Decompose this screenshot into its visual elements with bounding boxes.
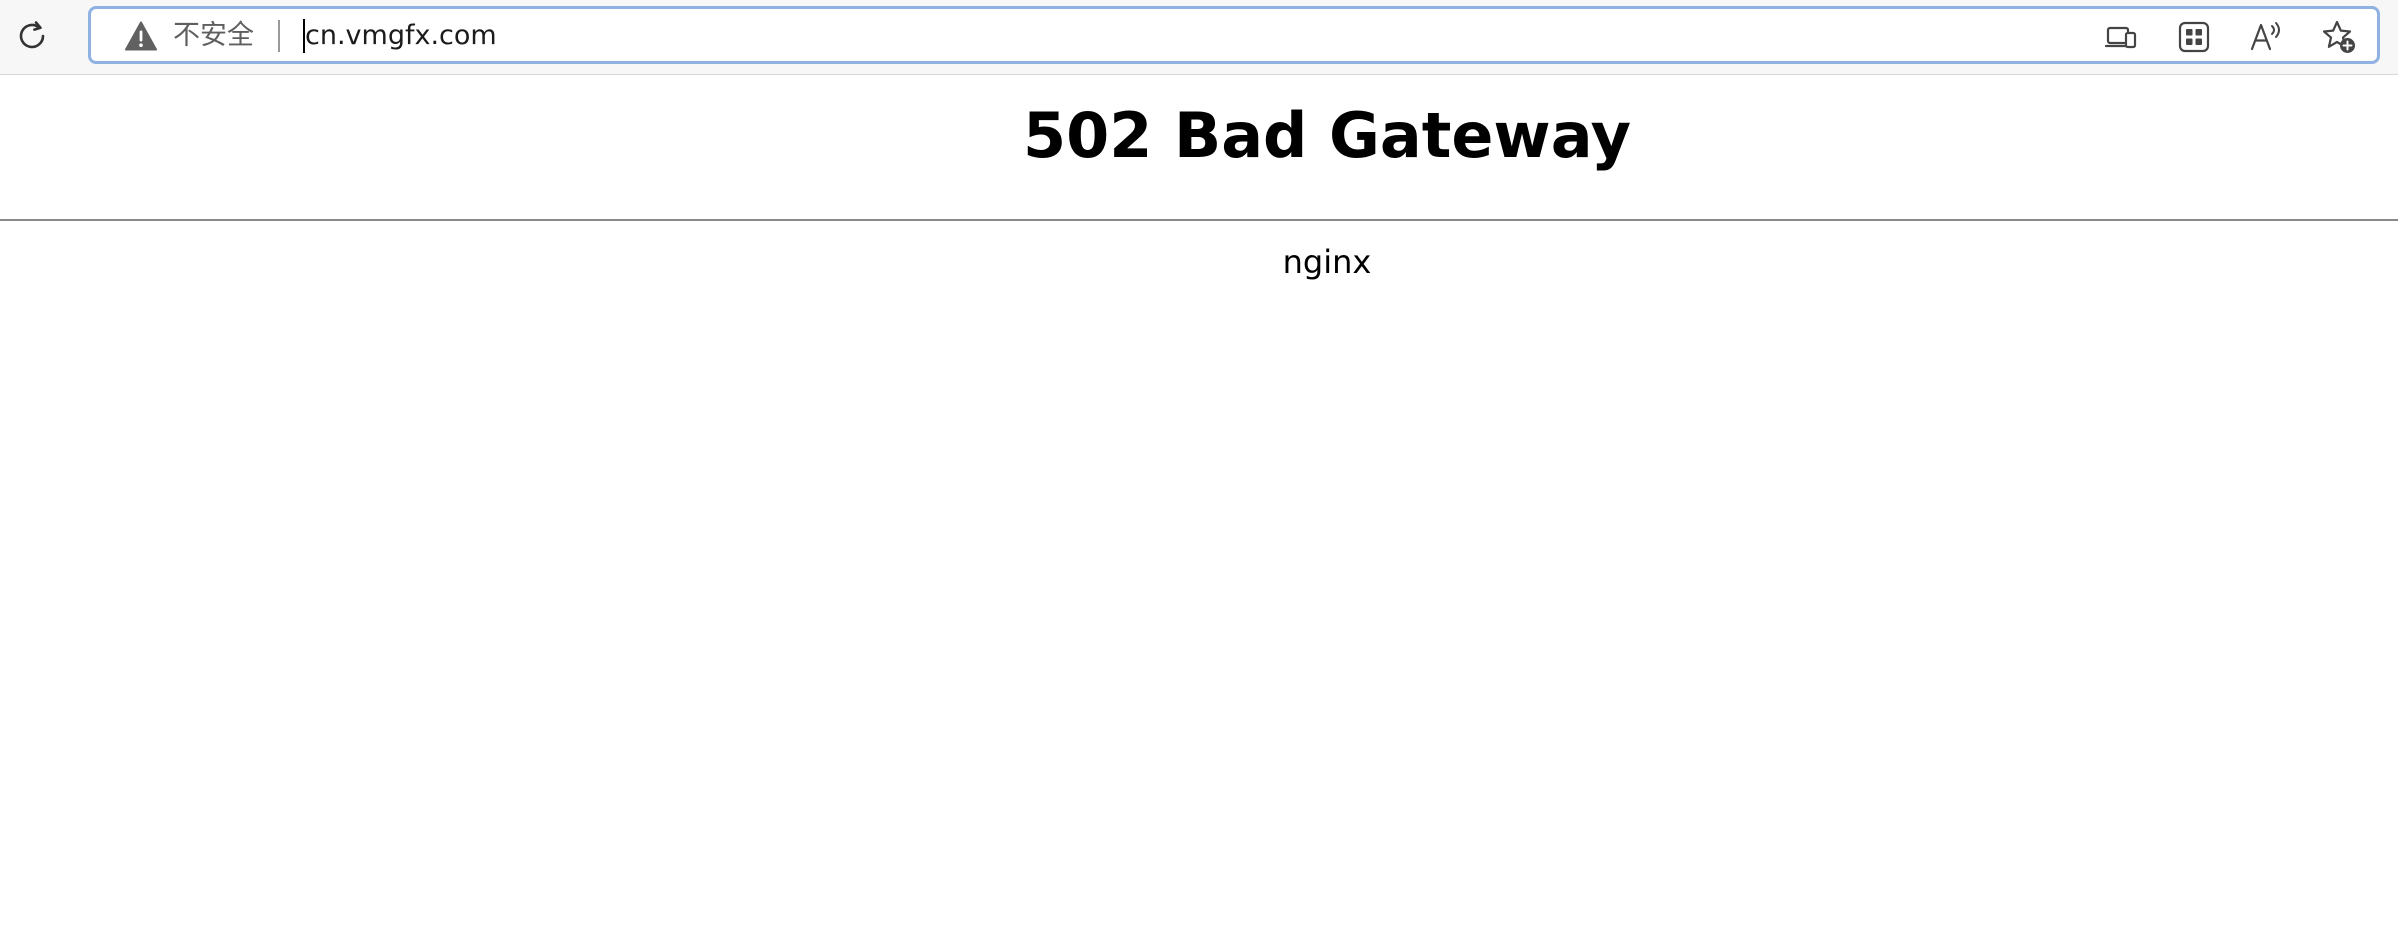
open-in-app-icon: [2104, 26, 2137, 49]
url-input[interactable]: [305, 17, 2105, 55]
security-status-label[interactable]: 不安全: [173, 19, 254, 53]
text-caret: [303, 19, 305, 53]
browser-toolbar: 不安全: [0, 0, 2398, 75]
add-favorite-icon: [2322, 20, 2355, 53]
page-title: 502 Bad Gateway: [1022, 99, 1632, 172]
address-divider: [278, 20, 280, 52]
apps-button[interactable]: [2174, 17, 2214, 57]
apps-grid-icon: [2178, 21, 2210, 53]
read-aloud-icon: [2250, 22, 2280, 51]
read-aloud-button[interactable]: [2246, 17, 2286, 57]
reload-button[interactable]: [8, 12, 56, 60]
warning-icon[interactable]: [125, 21, 157, 51]
address-bar[interactable]: 不安全: [88, 6, 2380, 64]
reload-icon: [19, 21, 45, 49]
add-favorite-button[interactable]: [2319, 17, 2359, 57]
server-name: nginx: [1282, 243, 1372, 281]
open-in-app-button[interactable]: [2101, 17, 2141, 57]
horizontal-rule: [0, 219, 2398, 221]
